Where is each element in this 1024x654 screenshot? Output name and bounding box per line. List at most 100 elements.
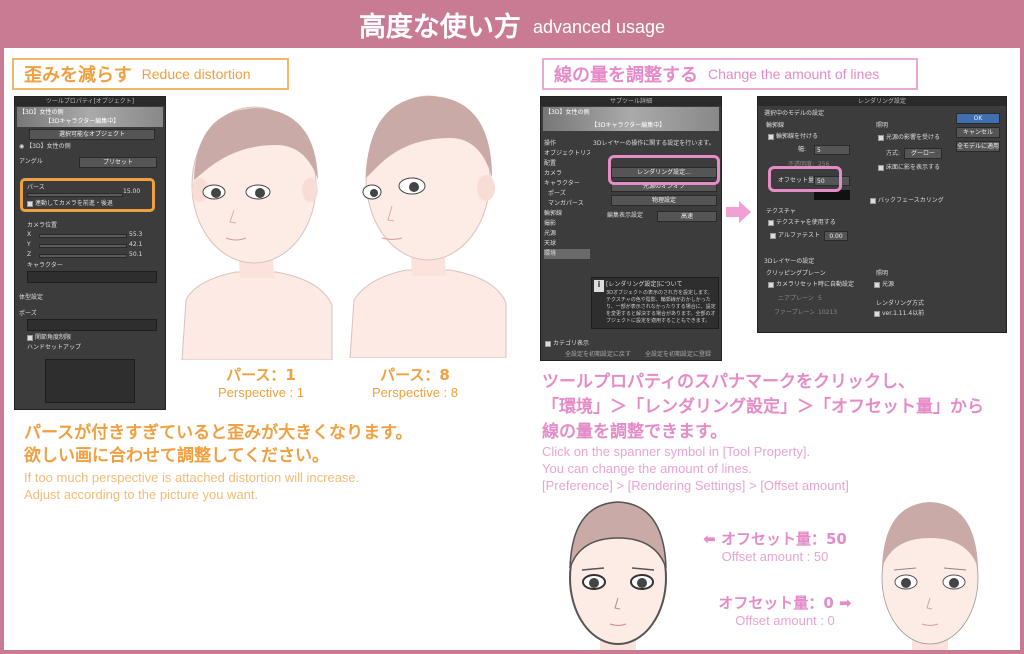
category-item[interactable]: カメラ (544, 169, 590, 179)
right-caption-en-2: You can change the amount of lines. (542, 461, 752, 476)
group-model-label: 選択中のモデルの設定 (764, 110, 825, 117)
body-shape-label[interactable]: 体型設定 (19, 293, 79, 303)
category-item[interactable]: マンガパース (544, 199, 590, 209)
info-title: [レンダリング設定]について (606, 281, 683, 288)
near-plane-value: 5 (818, 295, 822, 302)
apply-all-button[interactable]: 全モデルに適用 (956, 141, 1000, 152)
arrow-left-icon: ⬅ (703, 530, 721, 548)
offset-0-label: オフセット量：0 ➡ Offset amount : 0 (718, 594, 852, 628)
cancel-button[interactable]: キャンセル (956, 127, 1000, 138)
method-label: 方式: (886, 150, 901, 157)
right-caption-jp-2: 「環境」＞「レンダリング設定」＞「オフセット量」から (542, 397, 984, 417)
character-label: キャラクター (27, 262, 63, 269)
section-heading-lines: 線の量を調整する Change the amount of lines (542, 58, 918, 90)
floor-shadow-option[interactable]: 床面に影を表示する (878, 163, 958, 173)
y-label: Y (27, 241, 31, 248)
render-method-option[interactable]: ver.1.11.4以前 (874, 309, 944, 319)
perspective-8-label: パース：8 Perspective : 8 (372, 366, 458, 400)
z-label: Z (27, 251, 32, 258)
character-tool-row[interactable] (27, 271, 157, 283)
perspective-1-label: パース：1 Perspective : 1 (218, 366, 304, 400)
lighting-group-label: 照明 (876, 122, 889, 129)
edit-label: 【3Dキャラクター編集中】 (591, 122, 666, 129)
checkbox-icon (878, 164, 884, 171)
light2-option[interactable]: 光源 (874, 280, 914, 290)
head-offset-50 (569, 501, 667, 650)
layer-group-label: 3Dレイヤーの設定 (764, 258, 815, 265)
angle-label: アングル (19, 158, 43, 165)
physics-settings-button[interactable]: 物理設定 (611, 195, 717, 206)
panel-tag: 【3D】女性の側 (545, 109, 590, 116)
category-item[interactable]: 撮影 (544, 219, 590, 229)
texture-group-label: テクスチャ (766, 208, 796, 215)
lighting2-group-label: 照明 (876, 270, 889, 277)
right-caption-jp-3: 線の量を調整できます。 (542, 422, 728, 442)
edit-quality-dropdown[interactable]: 高速 (657, 211, 717, 222)
category-item[interactable]: オブジェクトリスト (544, 149, 590, 159)
y-value[interactable]: 42.1 (129, 240, 159, 250)
hand-setup-label: ハンドセットアップ (27, 344, 82, 351)
alpha-value-input[interactable]: 0.00 (824, 231, 848, 241)
method-dropdown[interactable]: グーロー (904, 148, 942, 159)
info-box: i [レンダリング設定]について 3Dオブジェクトの表示のされ方を設定します。テ… (591, 277, 719, 329)
light-effect-option[interactable]: 光源の影響を受ける (878, 133, 958, 143)
outline-apply-option[interactable]: 輪郭線を付ける (768, 132, 848, 142)
right-caption-en-3: [Preference] > [Rendering Settings] > [O… (542, 478, 849, 493)
register-all-button[interactable]: 全設定を初期設定に登録 (645, 350, 719, 360)
heading-en: Change the amount of lines (708, 66, 880, 82)
title-bar: 高度な使い方 advanced usage (0, 0, 1024, 48)
preset-dropdown[interactable]: プリセット (79, 157, 157, 168)
width-input[interactable]: 5 (814, 145, 850, 155)
checkbox-icon (770, 232, 776, 239)
offset-highlight (768, 166, 842, 192)
alpha-test-option[interactable]: アルファテスト (770, 231, 820, 241)
head-perspective-8 (349, 95, 507, 358)
backface-culling-option[interactable]: バックフェースカリング (870, 196, 950, 206)
reset-all-button[interactable]: 全設定を初期設定に戻す (565, 350, 637, 360)
render-method-label: レンダリング方式 (876, 300, 925, 307)
perspective-highlight (20, 178, 155, 212)
camera-auto-option[interactable]: カメラリセット時に自動設定 (768, 280, 864, 290)
category-item[interactable]: 輪郭線 (544, 209, 590, 219)
x-slider[interactable] (39, 234, 127, 238)
hand-setup-area[interactable] (45, 359, 135, 403)
arrow-right-icon (739, 201, 751, 223)
category-item[interactable]: ポーズ (544, 189, 590, 199)
selectable-object-dropdown[interactable]: 選択可能なオブジェクト (29, 129, 155, 140)
page-title: 高度な使い方 (358, 11, 521, 43)
category-item[interactable]: キャラクター (544, 179, 590, 189)
z-slider[interactable] (39, 254, 127, 258)
edit-label: 【3Dキャラクター編集中】 (45, 118, 120, 125)
category-item[interactable]: 配置 (544, 159, 590, 169)
joint-limit-option[interactable]: 関節角度制限 (27, 333, 107, 343)
x-label: X (27, 231, 32, 238)
ok-button[interactable]: OK (956, 113, 1000, 124)
pose-label: ポーズ (19, 310, 37, 317)
pose-tool-row[interactable] (27, 319, 157, 331)
checkbox-icon (27, 334, 33, 341)
panel-title: サブツール詳細 (541, 97, 721, 106)
category-list: 操作 オブジェクトリスト 配置 カメラ キャラクター ポーズ マンガパース 輪郭… (544, 139, 590, 259)
use-texture-option[interactable]: テクスチャを使用する (768, 218, 848, 228)
z-value[interactable]: 50.1 (129, 250, 159, 260)
category-item[interactable]: 操作 (544, 139, 590, 149)
x-value[interactable]: 55.3 (129, 230, 159, 240)
info-body: 3Dオブジェクトの表示のされ方を設定します。テクスチャの色や陰影、輪郭線がおかし… (606, 290, 716, 324)
head-offset-0 (881, 502, 979, 650)
y-slider[interactable] (39, 244, 127, 248)
sub-tool-detail-panel: サブツール詳細 【3D】女性の側 【3Dキャラクター編集中】 3Dレイヤーの操作… (540, 96, 722, 361)
rendering-button-highlight (608, 155, 720, 185)
checkbox-icon (768, 281, 774, 288)
section-heading-distortion: 歪みを減らす Reduce distortion (12, 58, 289, 90)
category-display-option[interactable]: カテゴリ表示 (545, 339, 605, 349)
category-item-selected[interactable]: 環境 (544, 249, 590, 259)
category-item[interactable]: 天球 (544, 239, 590, 249)
checkbox-icon (545, 340, 551, 347)
category-item[interactable]: 光源 (544, 229, 590, 239)
object-row[interactable]: ◉ 【3D】女性の側 (19, 142, 159, 152)
near-plane-label: ニアプレーン: (778, 295, 814, 302)
outline-group-label: 輪郭線 (766, 122, 785, 129)
rendering-settings-dialog: レンダリング設定 選択中のモデルの設定 輪郭線 輪郭線を付ける 幅: 5 不透明… (757, 96, 1007, 333)
info-icon: i (594, 280, 604, 292)
panel-title: ツールプロパティ[オブジェクト] (15, 97, 165, 106)
